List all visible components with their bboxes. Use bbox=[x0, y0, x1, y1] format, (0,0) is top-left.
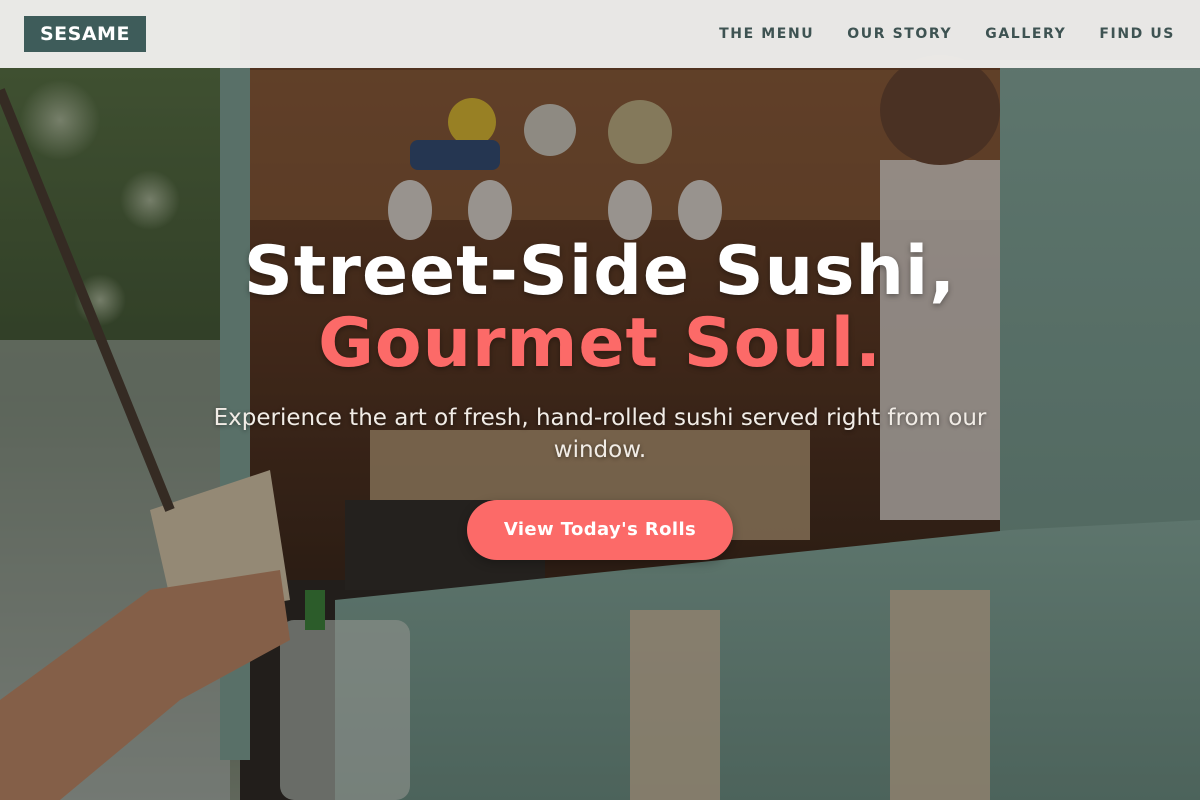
headline-line-1: Street-Side Sushi, bbox=[243, 232, 957, 311]
logo[interactable]: SESAME bbox=[24, 16, 146, 52]
hero-subtitle: Experience the art of fresh, hand-rolled… bbox=[213, 405, 987, 463]
landing-page: SESAME THE MENU OUR STORY GALLERY FIND U… bbox=[0, 0, 1200, 800]
site-header: SESAME THE MENU OUR STORY GALLERY FIND U… bbox=[0, 0, 1200, 68]
headline-line-2-accent: Gourmet Soul. bbox=[318, 304, 882, 383]
hero-headline: Street-Side Sushi, Gourmet Soul. bbox=[0, 236, 1200, 380]
main-nav: THE MENU OUR STORY GALLERY FIND US bbox=[719, 0, 1175, 68]
nav-link-the-menu[interactable]: THE MENU bbox=[719, 26, 814, 42]
hero-section: Street-Side Sushi, Gourmet Soul. Experie… bbox=[0, 236, 1200, 560]
nav-link-find-us[interactable]: FIND US bbox=[1099, 26, 1175, 42]
nav-link-gallery[interactable]: GALLERY bbox=[985, 26, 1066, 42]
nav-link-our-story[interactable]: OUR STORY bbox=[847, 26, 952, 42]
view-todays-rolls-button[interactable]: View Today's Rolls bbox=[467, 500, 733, 560]
